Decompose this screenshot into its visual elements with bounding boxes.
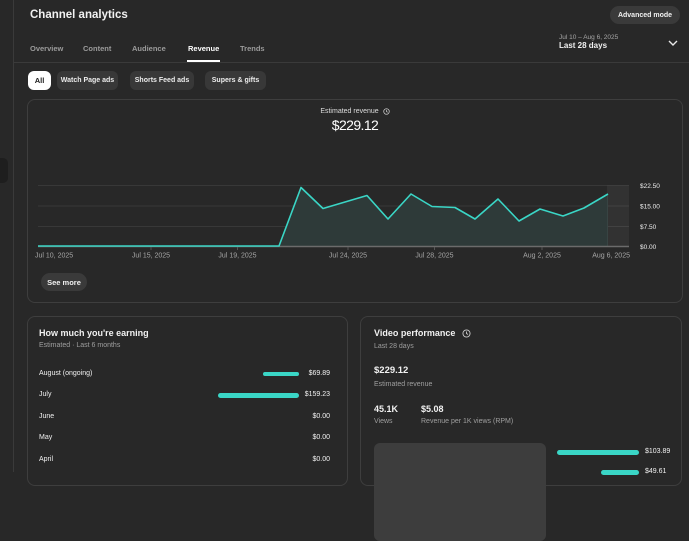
svg-text:Jul 19, 2025: Jul 19, 2025 bbox=[218, 253, 256, 260]
svg-text:$0.00: $0.00 bbox=[640, 244, 657, 251]
svg-text:$15.00: $15.00 bbox=[640, 204, 660, 211]
svg-text:Jul 28, 2025: Jul 28, 2025 bbox=[415, 253, 453, 260]
svg-text:Jul 10, 2025: Jul 10, 2025 bbox=[35, 253, 73, 260]
svg-text:Aug 2, 2025: Aug 2, 2025 bbox=[523, 253, 561, 260]
svg-text:Jul 15, 2025: Jul 15, 2025 bbox=[132, 253, 170, 260]
svg-text:$22.50: $22.50 bbox=[640, 183, 660, 190]
svg-text:Aug 6, 2025: Aug 6, 2025 bbox=[592, 253, 630, 260]
svg-text:Jul 24, 2025: Jul 24, 2025 bbox=[329, 253, 367, 260]
svg-text:$7.50: $7.50 bbox=[640, 224, 657, 231]
